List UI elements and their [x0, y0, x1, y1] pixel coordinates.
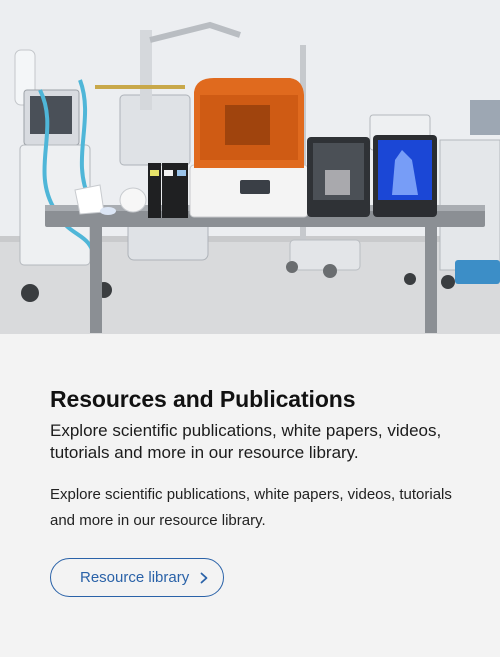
resource-library-button[interactable]: Resource library: [50, 558, 224, 597]
chevron-right-icon: [200, 572, 208, 583]
section-title: Resources and Publications: [50, 386, 356, 412]
section-lead: Explore scientific publications, white p…: [50, 421, 442, 462]
section-body: Explore scientific publications, white p…: [50, 486, 452, 529]
hero-image: [0, 0, 500, 334]
resource-library-label: Resource library: [80, 569, 190, 586]
lab-scene-illustration: [0, 0, 500, 334]
resources-section: Resources and Publications Explore scien…: [50, 334, 460, 597]
